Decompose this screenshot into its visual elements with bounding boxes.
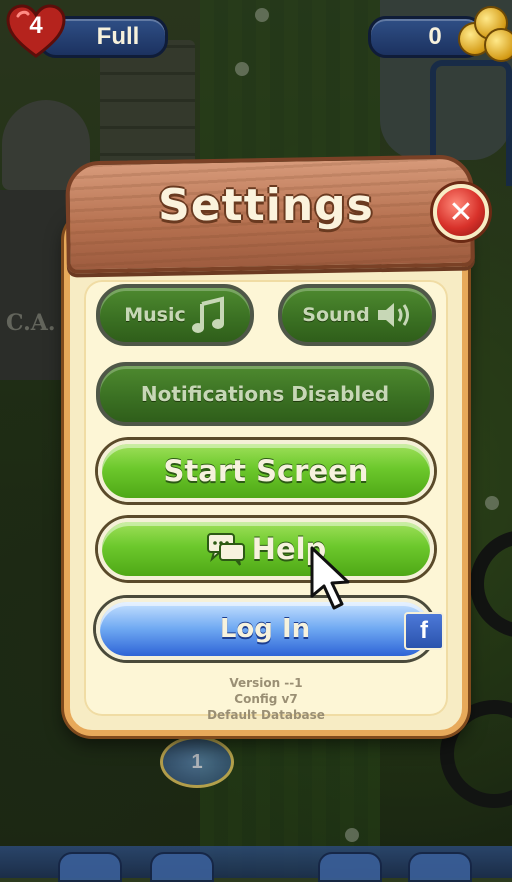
facebook-icon: f [404, 612, 444, 650]
facebook-login-button[interactable]: Log In f [96, 598, 444, 660]
help-button[interactable]: Help [98, 518, 434, 580]
music-toggle-button[interactable]: Music [96, 284, 254, 346]
level-marker: 1 [160, 736, 234, 788]
coin-count: 0 [428, 23, 442, 50]
lives-count: 4 [29, 12, 43, 39]
database-text: Default Database [207, 708, 325, 722]
music-note-icon [191, 296, 226, 334]
speaker-icon [376, 299, 412, 331]
start-screen-button[interactable]: Start Screen [98, 440, 434, 502]
lives-status-text: Full [96, 23, 140, 50]
music-label: Music [124, 304, 186, 326]
settings-title: Settings [158, 180, 374, 231]
close-button[interactable]: ✕ [433, 184, 489, 240]
sound-label: Sound [302, 304, 370, 326]
notifications-label: Notifications Disabled [140, 382, 390, 406]
help-label: Help [251, 532, 327, 566]
notifications-button[interactable]: Notifications Disabled [96, 362, 434, 426]
sound-toggle-button[interactable]: Sound [278, 284, 436, 346]
start-screen-label: Start Screen [163, 454, 369, 488]
login-label: Log In [219, 614, 311, 644]
chat-bubble-icon [206, 532, 246, 566]
close-icon: ✕ [448, 194, 474, 230]
config-text: Config v7 [234, 692, 298, 706]
version-text: Version --1 [229, 676, 303, 690]
